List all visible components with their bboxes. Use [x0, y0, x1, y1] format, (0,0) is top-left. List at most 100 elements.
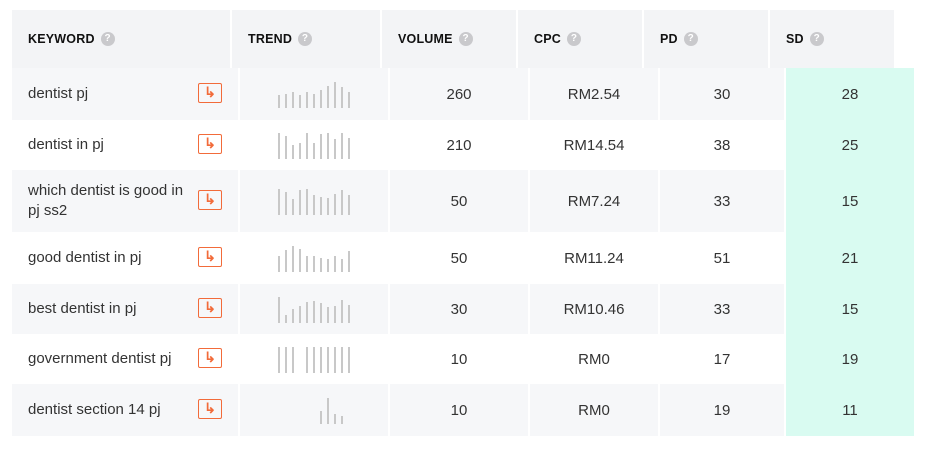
trend-bar: [292, 92, 294, 108]
trend-bar: [348, 195, 350, 215]
sd-cell: 19: [786, 334, 914, 384]
cpc-cell: RM0: [530, 334, 658, 384]
help-icon[interactable]: ?: [298, 32, 313, 46]
column-header-label: SD: [786, 32, 804, 46]
cpc-cell: RM14.54: [530, 120, 658, 170]
trend-bar: [285, 136, 287, 159]
trend-bar: [285, 347, 287, 373]
sd-cell: 25: [786, 120, 914, 170]
trend-bar: [313, 347, 315, 373]
trend-bar: [299, 249, 301, 272]
column-header-cpc[interactable]: CPC ?: [518, 10, 642, 68]
trend-bar: [327, 307, 329, 323]
pd-cell: 51: [660, 232, 784, 284]
arrow-right-icon[interactable]: ↳: [198, 399, 222, 419]
trend-cell: [240, 384, 388, 436]
table-row: best dentist in pj ↳ 30 RM10.46 33 15: [12, 284, 914, 334]
trend-bar: [334, 414, 336, 424]
trend-bar: [334, 347, 336, 373]
volume-cell: 210: [390, 120, 528, 170]
keyword-text[interactable]: dentist section 14 pj: [28, 400, 161, 420]
trend-bar: [334, 256, 336, 272]
trend-bar: [320, 134, 322, 159]
trend-bar: [278, 256, 280, 272]
trend-bar: [341, 416, 343, 424]
trend-bar: [313, 195, 315, 215]
trend-bar: [299, 95, 301, 108]
trend-bar: [306, 302, 308, 323]
pd-cell: 33: [660, 170, 784, 232]
column-header-keyword[interactable]: KEYWORD ?: [12, 10, 230, 68]
volume-cell: 30: [390, 284, 528, 334]
keyword-text[interactable]: good dentist in pj: [28, 248, 141, 268]
keyword-text[interactable]: dentist pj: [28, 84, 88, 104]
keyword-table: KEYWORD ? TREND ? VOLUME ? CPC ? PD ? SD…: [12, 10, 914, 436]
trend-sparkline: [278, 189, 350, 215]
arrow-right-icon[interactable]: ↳: [198, 348, 222, 368]
trend-bar: [292, 145, 294, 159]
volume-cell: 50: [390, 170, 528, 232]
keyword-cell: best dentist in pj ↳: [12, 284, 238, 334]
cpc-cell: RM11.24: [530, 232, 658, 284]
trend-bar: [299, 143, 301, 159]
trend-bar: [334, 139, 336, 159]
pd-cell: 33: [660, 284, 784, 334]
arrow-right-icon[interactable]: ↳: [198, 134, 222, 154]
trend-bar: [341, 190, 343, 215]
trend-bar: [348, 251, 350, 272]
sd-cell: 15: [786, 170, 914, 232]
trend-bar: [306, 189, 308, 215]
keyword-cell: dentist section 14 pj ↳: [12, 384, 238, 436]
keyword-cell: which dentist is good in pj ss2 ↳: [12, 170, 238, 232]
column-header-trend[interactable]: TREND ?: [232, 10, 380, 68]
trend-bar: [292, 199, 294, 215]
column-header-pd[interactable]: PD ?: [644, 10, 768, 68]
keyword-text[interactable]: dentist in pj: [28, 135, 104, 155]
keyword-text[interactable]: which dentist is good in pj ss2: [28, 181, 198, 221]
table-row: good dentist in pj ↳ 50 RM11.24 51 21: [12, 232, 914, 284]
trend-bar: [313, 94, 315, 108]
help-icon[interactable]: ?: [100, 32, 115, 46]
trend-bar: [320, 197, 322, 215]
trend-bar: [299, 190, 301, 215]
sd-cell: 11: [786, 384, 914, 436]
column-header-sd[interactable]: SD ?: [770, 10, 894, 68]
volume-cell: 50: [390, 232, 528, 284]
table-header: KEYWORD ? TREND ? VOLUME ? CPC ? PD ? SD…: [12, 10, 914, 68]
trend-cell: [240, 170, 388, 232]
keyword-text[interactable]: government dentist pj: [28, 349, 171, 369]
pd-cell: 19: [660, 384, 784, 436]
trend-bar: [278, 347, 280, 373]
sd-cell: 28: [786, 68, 914, 120]
trend-bar: [341, 259, 343, 272]
keyword-cell: government dentist pj ↳: [12, 334, 238, 384]
trend-bar: [341, 347, 343, 373]
trend-bar: [327, 398, 329, 424]
arrow-right-icon[interactable]: ↳: [198, 298, 222, 318]
cpc-cell: RM2.54: [530, 68, 658, 120]
trend-bar: [299, 306, 301, 323]
trend-bar: [341, 87, 343, 108]
column-header-volume[interactable]: VOLUME ?: [382, 10, 516, 68]
arrow-right-icon[interactable]: ↳: [198, 247, 222, 267]
trend-bar: [306, 92, 308, 108]
trend-bar: [313, 256, 315, 272]
trend-sparkline: [278, 246, 350, 272]
keyword-cell: dentist pj ↳: [12, 68, 238, 120]
help-icon[interactable]: ?: [809, 32, 824, 46]
trend-bar: [327, 198, 329, 215]
help-icon[interactable]: ?: [567, 32, 581, 46]
arrow-right-icon[interactable]: ↳: [198, 83, 222, 103]
cpc-cell: RM7.24: [530, 170, 658, 232]
trend-bar: [320, 411, 322, 424]
pd-cell: 17: [660, 334, 784, 384]
arrow-right-icon[interactable]: ↳: [198, 190, 222, 210]
trend-bar: [313, 143, 315, 159]
trend-bar: [292, 309, 294, 323]
keyword-text[interactable]: best dentist in pj: [28, 299, 136, 319]
trend-bar: [320, 347, 322, 373]
trend-bar: [334, 306, 336, 323]
trend-bar: [320, 90, 322, 108]
help-icon[interactable]: ?: [458, 32, 473, 46]
help-icon[interactable]: ?: [683, 32, 698, 46]
